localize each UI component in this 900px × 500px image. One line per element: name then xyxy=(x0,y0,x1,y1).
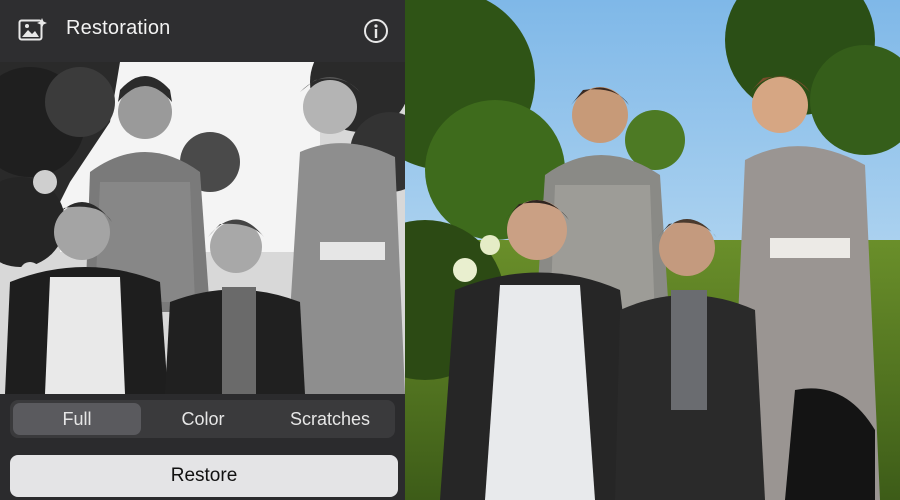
original-photo xyxy=(0,62,405,394)
mode-full[interactable]: Full xyxy=(13,403,141,435)
restore-button[interactable]: Restore xyxy=(10,455,398,497)
restoration-panel: Restoration Full Color Scratches Restore xyxy=(0,0,405,500)
mode-selector: Full Color Scratches xyxy=(10,400,395,438)
app-title: Restoration xyxy=(66,17,171,39)
top-bar: Restoration xyxy=(0,0,405,62)
mode-scratches[interactable]: Scratches xyxy=(265,400,395,438)
info-icon[interactable] xyxy=(363,18,389,44)
restored-photo xyxy=(405,0,900,500)
mode-color[interactable]: Color xyxy=(141,400,265,438)
photo-icon xyxy=(18,18,47,41)
